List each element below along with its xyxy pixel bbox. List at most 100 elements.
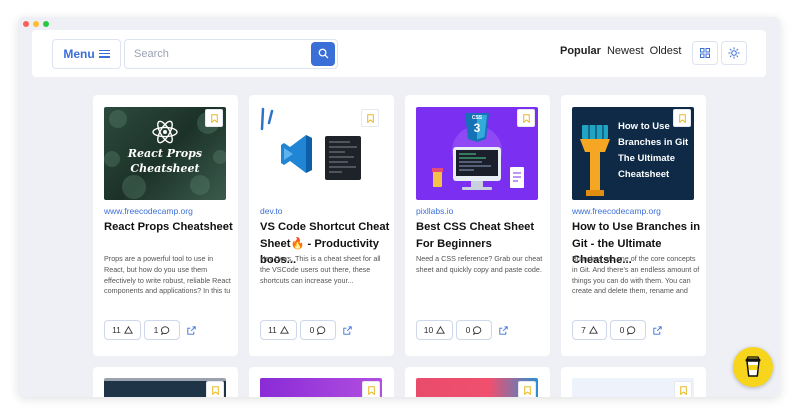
comment-count: 0 xyxy=(309,325,315,335)
search-box xyxy=(124,38,338,69)
bookmark-icon xyxy=(366,113,374,123)
bookmark-button[interactable] xyxy=(362,381,380,397)
maximize-window-dot[interactable] xyxy=(43,21,49,27)
upvote-icon xyxy=(588,326,598,334)
bookmark-icon xyxy=(211,385,219,395)
card-actions: 11 1 xyxy=(104,320,199,340)
upvote-button[interactable]: 10 xyxy=(416,320,453,340)
upvote-button[interactable]: 11 xyxy=(260,320,297,340)
comments-button[interactable]: 0 xyxy=(456,320,492,340)
upvote-count: 11 xyxy=(112,325,121,335)
bookmark-icon xyxy=(678,113,686,123)
card-description: Branches are one of the core concepts in… xyxy=(572,254,700,296)
card-thumbnail: React Props Cheatsheet xyxy=(104,107,226,200)
card-title[interactable]: Best CSS Cheat Sheet For Beginners xyxy=(416,219,546,252)
resource-card-partial[interactable] xyxy=(561,367,706,397)
comment-icon xyxy=(161,325,170,335)
card-source[interactable]: www.freecodecamp.org xyxy=(104,206,193,216)
top-bar: Menu Popular Newest Oldest xyxy=(32,30,766,77)
upvote-count: 11 xyxy=(268,325,277,335)
comment-icon xyxy=(473,325,482,335)
card-description: Need a CSS reference? Grab our cheat she… xyxy=(416,254,543,274)
bookmark-button[interactable] xyxy=(206,381,224,397)
upvote-count: 7 xyxy=(581,325,586,335)
svg-text:3: 3 xyxy=(474,121,481,135)
resource-card-partial[interactable] xyxy=(249,367,394,397)
card-description: Props are a powerful tool to use in Reac… xyxy=(104,254,231,296)
bookmark-button[interactable] xyxy=(361,109,379,127)
open-link-button[interactable] xyxy=(495,320,511,340)
thumbnail-caption: React Props Cheatsheet xyxy=(127,147,203,175)
sort-popular[interactable]: Popular xyxy=(560,45,601,57)
layout-toggle-button[interactable] xyxy=(692,41,718,65)
card-description: Hey Devs, This is a cheat sheet for all … xyxy=(260,254,381,285)
minimize-window-dot[interactable] xyxy=(33,21,39,27)
card-source[interactable]: pixllabs.io xyxy=(416,206,453,216)
upvote-button[interactable]: 7 xyxy=(572,320,607,340)
card-title[interactable]: React Props Cheatsheet xyxy=(104,219,234,236)
coffee-cup-icon xyxy=(745,356,761,377)
resource-card-partial[interactable] xyxy=(405,367,550,397)
search-input[interactable] xyxy=(125,47,305,60)
upvote-count: 10 xyxy=(423,325,434,335)
sort-oldest[interactable]: Oldest xyxy=(650,45,682,57)
comment-count: 0 xyxy=(619,325,625,335)
bookmark-icon xyxy=(210,113,218,123)
card-thumbnail: 3 CSS xyxy=(416,107,538,200)
thumbnail-caption: How to Use Branches in Git The Ultimate … xyxy=(618,121,689,180)
resource-card[interactable]: dev.to VS Code Shortcut Cheat Sheet🔥 - P… xyxy=(249,95,394,356)
open-link-button[interactable] xyxy=(339,320,355,340)
external-link-icon xyxy=(498,325,508,335)
thumbnail-caption: CSS xyxy=(471,115,483,121)
hamburger-icon xyxy=(98,49,110,58)
upvote-icon xyxy=(123,326,133,334)
card-thumbnail: How to Use Branches in Git The Ultimate … xyxy=(572,107,694,200)
bookmark-icon xyxy=(367,385,375,395)
bookmark-icon xyxy=(522,113,530,123)
menu-button[interactable]: Menu xyxy=(52,38,121,69)
resource-card[interactable]: 3 CSS pixllabs.io Best CSS Cheat Sheet F… xyxy=(405,95,550,356)
comments-button[interactable]: 1 xyxy=(144,320,180,340)
comments-button[interactable]: 0 xyxy=(300,320,336,340)
bookmark-button[interactable] xyxy=(518,381,536,397)
search-icon xyxy=(318,48,328,59)
search-button[interactable] xyxy=(311,41,335,66)
open-link-button[interactable] xyxy=(649,320,665,340)
theme-toggle-button[interactable] xyxy=(721,41,747,65)
sort-options: Popular Newest Oldest xyxy=(560,45,681,57)
external-link-icon xyxy=(186,325,196,335)
upvote-icon xyxy=(436,326,446,334)
card-actions: 11 0 xyxy=(260,320,355,340)
comments-button[interactable]: 0 xyxy=(610,320,646,340)
card-actions: 10 0 xyxy=(416,320,511,340)
bookmark-icon xyxy=(679,385,687,395)
bookmark-button[interactable] xyxy=(674,381,692,397)
grid-icon xyxy=(700,48,710,58)
open-link-button[interactable] xyxy=(183,320,199,340)
card-actions: 7 0 xyxy=(572,320,665,340)
close-window-dot[interactable] xyxy=(23,21,29,27)
buy-me-a-coffee-button[interactable] xyxy=(733,347,773,387)
bookmark-button[interactable] xyxy=(673,109,691,127)
card-source[interactable]: www.freecodecamp.org xyxy=(572,206,661,216)
external-link-icon xyxy=(652,325,662,335)
bookmark-button[interactable] xyxy=(517,109,535,127)
bookmark-button[interactable] xyxy=(205,109,223,127)
comment-count: 0 xyxy=(465,325,471,335)
bookmark-icon xyxy=(523,385,531,395)
resource-card-partial[interactable] xyxy=(93,367,238,397)
sun-icon xyxy=(728,47,740,59)
resource-card[interactable]: React Props Cheatsheet www.freecodecamp.… xyxy=(93,95,238,356)
comment-count: 1 xyxy=(153,325,159,335)
menu-label: Menu xyxy=(63,46,95,61)
browser-window: Menu Popular Newest Oldest xyxy=(18,17,780,397)
sort-newest[interactable]: Newest xyxy=(607,45,644,57)
comment-icon xyxy=(317,325,326,335)
card-source[interactable]: dev.to xyxy=(260,206,283,216)
comment-icon xyxy=(627,325,636,335)
upvote-button[interactable]: 11 xyxy=(104,320,141,340)
external-link-icon xyxy=(342,325,352,335)
window-titlebar xyxy=(18,17,780,31)
resource-card[interactable]: How to Use Branches in Git The Ultimate … xyxy=(561,95,706,356)
upvote-icon xyxy=(279,326,289,334)
